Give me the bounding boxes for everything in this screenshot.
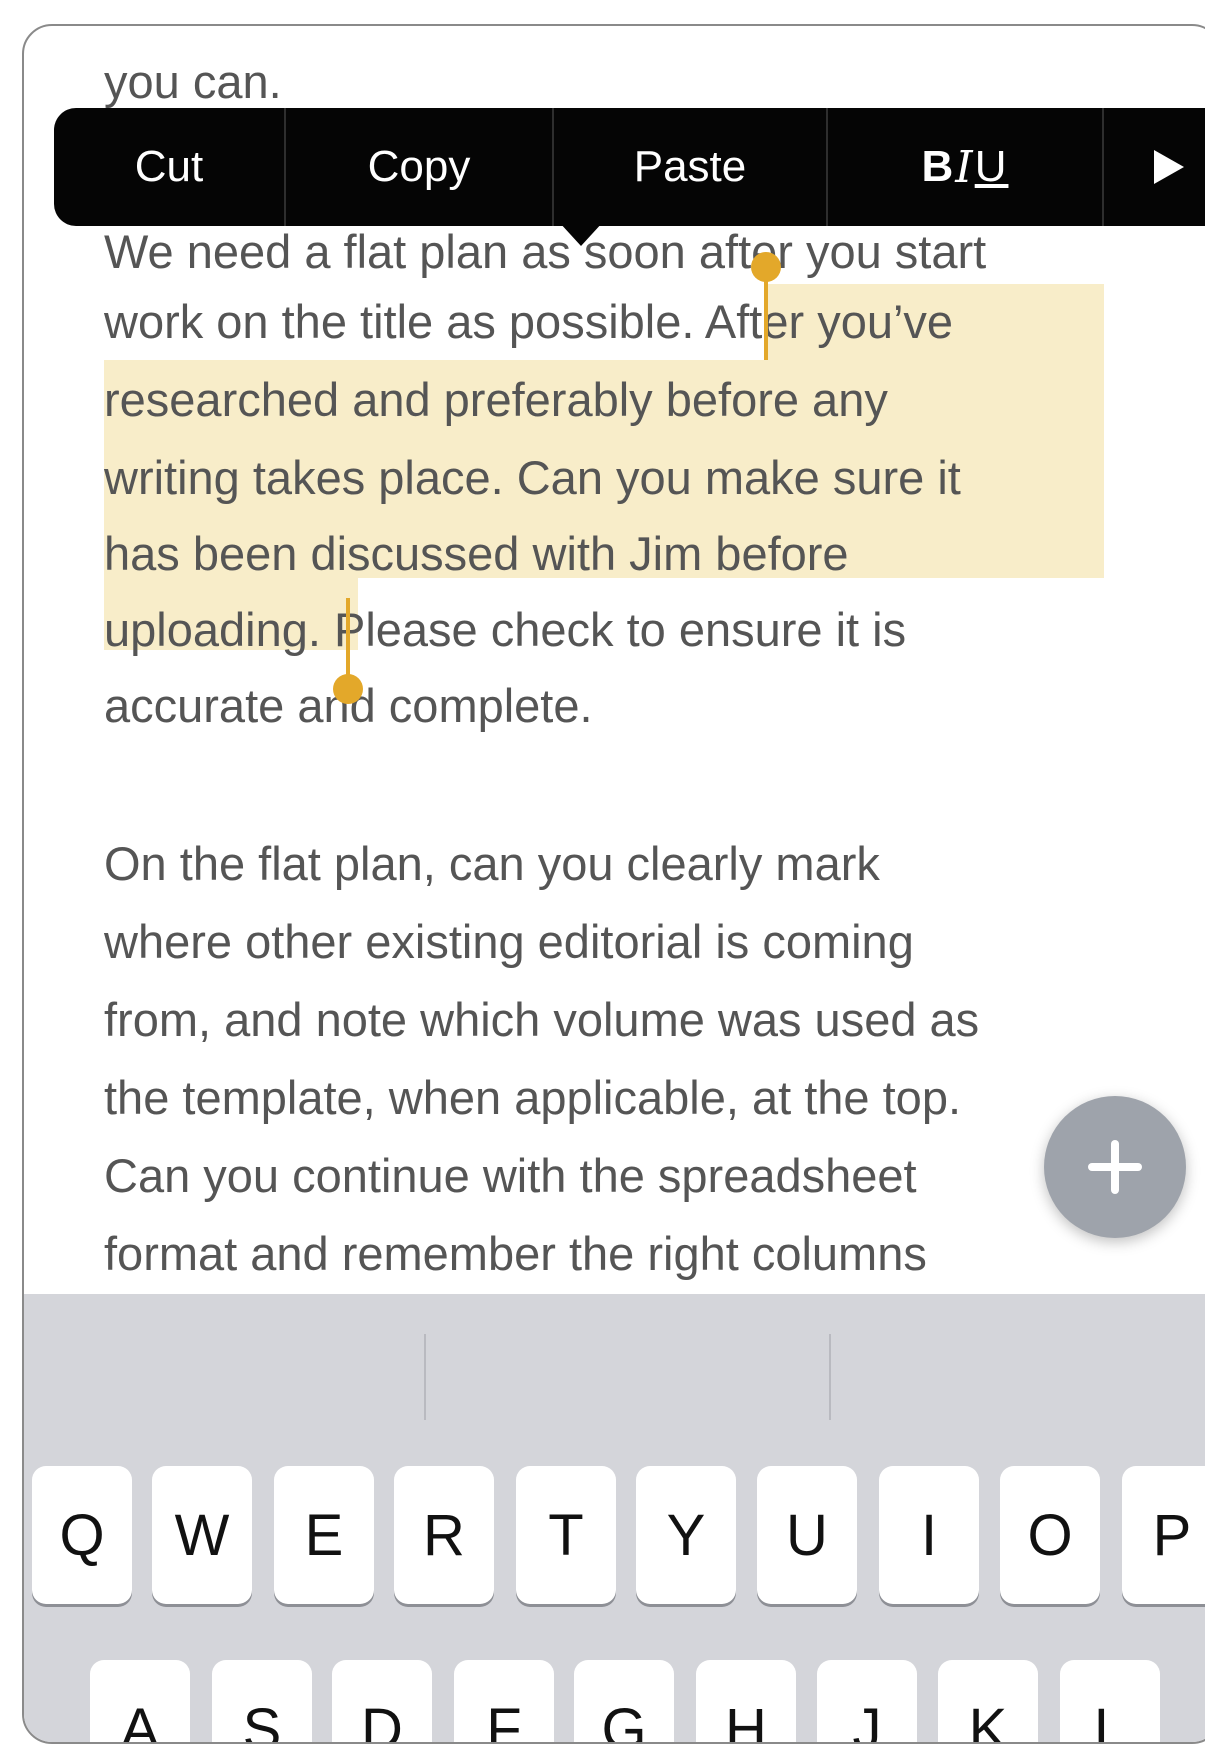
selection-start-caret bbox=[764, 276, 768, 360]
key-a[interactable]: A bbox=[90, 1660, 190, 1742]
key-l[interactable]: L bbox=[1060, 1660, 1160, 1742]
key-w[interactable]: W bbox=[152, 1466, 252, 1604]
notes-editor-screen: you can. We need a flat plan as soon aft… bbox=[22, 24, 1205, 1744]
key-p[interactable]: P bbox=[1122, 1466, 1205, 1604]
plus-icon bbox=[1088, 1140, 1142, 1194]
text-line: work on the title as possible. After you… bbox=[104, 295, 954, 348]
bold-label: B bbox=[921, 142, 956, 191]
copy-button[interactable]: Copy bbox=[286, 108, 554, 226]
selection-end-caret bbox=[346, 598, 350, 678]
text-line: has been discussed with Jim before bbox=[104, 527, 849, 580]
key-f[interactable]: F bbox=[454, 1660, 554, 1742]
key-e[interactable]: E bbox=[274, 1466, 374, 1604]
key-y[interactable]: Y bbox=[636, 1466, 736, 1604]
selection-end-handle[interactable] bbox=[333, 674, 363, 704]
menu-pointer bbox=[559, 222, 603, 246]
key-s[interactable]: S bbox=[212, 1660, 312, 1742]
key-q[interactable]: Q bbox=[32, 1466, 132, 1604]
suggestion-bar[interactable] bbox=[24, 1294, 1205, 1430]
text-line: format and remember the right columns bbox=[104, 1227, 927, 1280]
key-o[interactable]: O bbox=[1000, 1466, 1100, 1604]
cut-button[interactable]: Cut bbox=[54, 108, 286, 226]
text-line: On the flat plan, can you clearly mark bbox=[104, 837, 880, 890]
text-line: from, and note which volume was used as bbox=[104, 993, 980, 1046]
key-g[interactable]: G bbox=[574, 1660, 674, 1742]
text-line: Can you continue with the spreadsheet bbox=[104, 1149, 917, 1202]
suggestion-divider bbox=[424, 1334, 426, 1420]
key-r[interactable]: R bbox=[394, 1466, 494, 1604]
key-k[interactable]: K bbox=[938, 1660, 1038, 1742]
paste-button[interactable]: Paste bbox=[554, 108, 828, 226]
key-j[interactable]: J bbox=[817, 1660, 917, 1742]
text-line: the template, when applicable, at the to… bbox=[104, 1071, 962, 1124]
text-line: where other existing editorial is coming bbox=[104, 915, 914, 968]
text-line: researched and preferably before any bbox=[104, 373, 888, 426]
key-d[interactable]: D bbox=[332, 1660, 432, 1742]
key-i[interactable]: I bbox=[879, 1466, 979, 1604]
text-line: writing takes place. Can you make sure i… bbox=[104, 451, 961, 504]
add-button[interactable] bbox=[1044, 1096, 1186, 1238]
more-options-button[interactable] bbox=[1104, 108, 1205, 226]
play-triangle-icon bbox=[1154, 150, 1184, 184]
italic-label: I bbox=[955, 141, 975, 193]
text-line: uploading. Please check to ensure it is bbox=[104, 603, 907, 656]
key-h[interactable]: H bbox=[696, 1660, 796, 1742]
format-biu-button[interactable]: BIU bbox=[828, 108, 1104, 226]
keyboard: Q W E R T Y U I O P A S D F G H J K L bbox=[24, 1294, 1205, 1742]
suggestion-divider bbox=[829, 1334, 831, 1420]
edit-context-menu: Cut Copy Paste BIU bbox=[54, 108, 1205, 226]
key-u[interactable]: U bbox=[757, 1466, 857, 1604]
underline-label: U bbox=[974, 142, 1009, 191]
key-t[interactable]: T bbox=[516, 1466, 616, 1604]
